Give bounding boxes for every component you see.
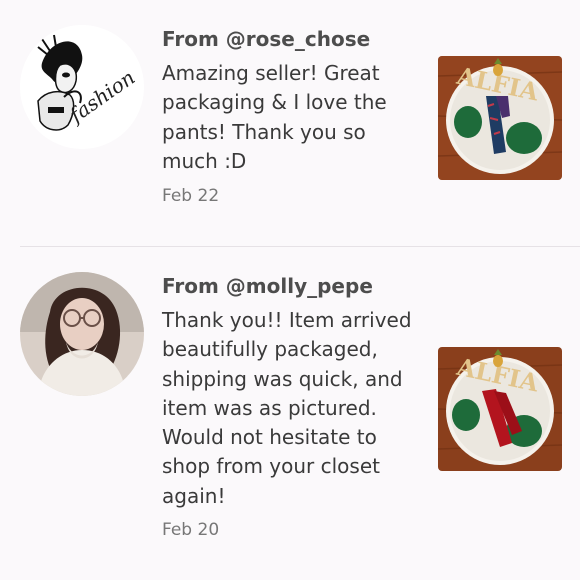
review-item: fashion From @rose_chose Amazing seller!…: [0, 0, 580, 246]
review-date: Feb 20: [162, 520, 220, 540]
leggings-on-rug-image: ALFIA: [438, 347, 562, 471]
review-message: Amazing seller! Great packaging & I love…: [162, 61, 387, 173]
leggings-on-rug-image: ALFIA: [438, 56, 562, 180]
review-item: From @molly_pepe Thank you!! Item arrive…: [0, 247, 580, 580]
user-photo-icon: [20, 272, 144, 396]
reviewer-handle[interactable]: From @rose_chose: [162, 27, 370, 51]
reviewer-avatar[interactable]: fashion: [20, 25, 144, 149]
fashion-sketch-icon: fashion: [20, 25, 144, 149]
reviewer-handle[interactable]: From @molly_pepe: [162, 274, 373, 298]
review-message: Thank you!! Item arrived beautifully pac…: [162, 308, 412, 508]
reviewer-avatar[interactable]: [20, 272, 144, 396]
review-date: Feb 22: [162, 186, 220, 206]
item-thumbnail[interactable]: ALFIA: [438, 56, 562, 180]
item-thumbnail[interactable]: ALFIA: [438, 347, 562, 471]
